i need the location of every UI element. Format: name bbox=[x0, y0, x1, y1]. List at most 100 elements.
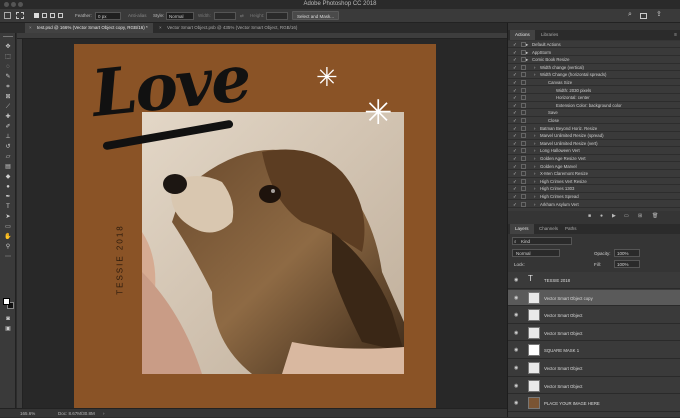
fill-input[interactable]: 100% bbox=[614, 260, 640, 268]
style-select[interactable]: Normal bbox=[166, 12, 194, 20]
more-tools-icon[interactable]: ⋯ bbox=[3, 253, 13, 261]
love-script-text[interactable]: Love bbox=[88, 41, 253, 132]
action-row[interactable]: ✓ Horizontal: center bbox=[508, 94, 680, 102]
layer-thumbnail[interactable] bbox=[528, 291, 540, 304]
dialog-toggle-icon[interactable] bbox=[521, 178, 526, 184]
tab-actions[interactable]: Actions bbox=[510, 30, 535, 40]
tab-layers[interactable]: Layers bbox=[510, 224, 534, 234]
crop-tool-icon[interactable]: ⌗ bbox=[3, 83, 13, 91]
width-input[interactable] bbox=[214, 12, 236, 20]
hand-tool-icon[interactable]: ✋ bbox=[3, 233, 13, 241]
marquee-tool-icon[interactable]: ⬚ bbox=[3, 53, 13, 61]
dialog-toggle-icon[interactable] bbox=[521, 201, 526, 207]
move-tool-icon[interactable]: ✥ bbox=[3, 43, 13, 51]
action-row[interactable]: ✓ › Long Halloween Vert bbox=[508, 147, 680, 155]
record-icon[interactable]: ● bbox=[600, 213, 603, 219]
layer-thumbnail[interactable] bbox=[528, 344, 540, 357]
action-row[interactable]: ✓ ▸ Comic Book Resize bbox=[508, 56, 680, 64]
action-row[interactable]: ✓ Width: 2030 pixels bbox=[508, 87, 680, 94]
action-row[interactable]: ✓ › High Crimes Vert Resize bbox=[508, 178, 680, 186]
clone-stamp-tool-icon[interactable]: ⊥ bbox=[3, 133, 13, 141]
dialog-toggle-icon[interactable] bbox=[521, 163, 526, 169]
layer-thumbnail[interactable]: T bbox=[528, 274, 540, 286]
tab-paths[interactable]: Paths bbox=[560, 224, 582, 234]
action-toggle-icon[interactable]: ✓ bbox=[513, 163, 517, 170]
action-toggle-icon[interactable]: ✓ bbox=[513, 109, 517, 116]
select-and-mask-button[interactable]: Select and Mask... bbox=[292, 11, 340, 20]
swap-icon[interactable]: ⇄ bbox=[240, 13, 244, 19]
action-toggle-icon[interactable]: ✓ bbox=[513, 71, 517, 78]
eyedropper-tool-icon[interactable]: ⟋ bbox=[3, 103, 13, 111]
home-icon[interactable] bbox=[4, 12, 11, 19]
tab-channels[interactable]: Channels bbox=[534, 224, 563, 234]
action-toggle-icon[interactable]: ✓ bbox=[513, 64, 517, 71]
expand-icon[interactable]: › bbox=[534, 178, 535, 185]
action-toggle-icon[interactable]: ✓ bbox=[513, 155, 517, 162]
close-tab-icon[interactable]: × bbox=[159, 23, 162, 33]
action-row[interactable]: ✓ › High Crimes Spread bbox=[508, 193, 680, 201]
dialog-toggle-icon[interactable] bbox=[521, 64, 526, 70]
action-toggle-icon[interactable]: ✓ bbox=[513, 41, 517, 48]
stop-icon[interactable]: ■ bbox=[588, 213, 591, 219]
action-toggle-icon[interactable]: ✓ bbox=[513, 102, 517, 109]
visibility-eye-icon[interactable]: ◉ bbox=[514, 400, 518, 406]
action-toggle-icon[interactable]: ✓ bbox=[513, 94, 517, 101]
history-brush-tool-icon[interactable]: ↺ bbox=[3, 143, 13, 151]
dodge-tool-icon[interactable]: ● bbox=[3, 183, 13, 191]
height-input[interactable] bbox=[266, 12, 288, 20]
visibility-eye-icon[interactable]: ◉ bbox=[514, 330, 518, 336]
action-row[interactable]: ✓ › Golden Age Marvel bbox=[508, 163, 680, 170]
dialog-toggle-icon[interactable] bbox=[521, 156, 526, 161]
action-toggle-icon[interactable]: ✓ bbox=[513, 132, 517, 139]
action-toggle-icon[interactable]: ✓ bbox=[513, 140, 517, 147]
action-row[interactable]: ✓ › Marvel Unlimited Resize (vert) bbox=[508, 140, 680, 148]
blur-tool-icon[interactable]: ◆ bbox=[3, 173, 13, 181]
action-row[interactable]: ✓ Extension Color: background color bbox=[508, 102, 680, 110]
layer-filter-kind[interactable]: ⌕ Kind bbox=[512, 237, 572, 245]
tessie-vertical-text[interactable]: TESSIE 2018 bbox=[116, 210, 125, 310]
action-row[interactable]: ✓ › Width Change (horizontal spreads) bbox=[508, 71, 680, 79]
expand-icon[interactable]: › bbox=[534, 64, 535, 71]
search-icon[interactable]: ⌕ bbox=[628, 11, 632, 19]
dialog-toggle-icon[interactable] bbox=[521, 118, 526, 123]
action-row[interactable]: ✓ › Marvel Unlimited Resize (spread) bbox=[508, 132, 680, 140]
action-row[interactable]: ✓ › Batman Beyond Horiz. Resize bbox=[508, 125, 680, 132]
visibility-eye-icon[interactable]: ◉ bbox=[514, 365, 518, 371]
expand-icon[interactable]: › bbox=[534, 185, 535, 192]
layer-thumbnail[interactable] bbox=[528, 362, 540, 374]
action-toggle-icon[interactable]: ✓ bbox=[513, 178, 517, 185]
layer-row[interactable]: ◉ Vector Smart Object bbox=[508, 307, 680, 324]
blend-mode-select[interactable]: Normal bbox=[512, 249, 560, 257]
dog-photo[interactable] bbox=[142, 112, 404, 374]
dialog-toggle-icon[interactable] bbox=[521, 133, 526, 139]
expand-icon[interactable]: › bbox=[534, 155, 535, 162]
action-row[interactable]: ✓ ▸ Default Actions bbox=[508, 41, 680, 49]
layer-row[interactable]: ◉ Vector Smart Object copy bbox=[508, 289, 680, 307]
dialog-toggle-icon[interactable] bbox=[521, 80, 526, 85]
toolbar-grip[interactable] bbox=[3, 36, 13, 39]
expand-icon[interactable]: › bbox=[534, 170, 535, 177]
tab-vector-smart-object[interactable]: × Vector Smart Object.psb @ 435% (Vector … bbox=[155, 23, 340, 33]
delete-action-icon[interactable]: 🗑 bbox=[652, 213, 658, 219]
expand-icon[interactable]: › bbox=[534, 71, 535, 78]
dialog-toggle-icon[interactable] bbox=[521, 194, 526, 199]
opacity-input[interactable]: 100% bbox=[614, 249, 640, 257]
action-toggle-icon[interactable]: ✓ bbox=[513, 49, 517, 56]
layer-thumbnail[interactable] bbox=[528, 397, 540, 410]
quick-select-tool-icon[interactable]: ✎ bbox=[3, 73, 13, 81]
layer-thumbnail[interactable] bbox=[528, 379, 540, 392]
type-tool-icon[interactable]: T bbox=[3, 203, 13, 211]
expand-icon[interactable]: › bbox=[534, 125, 535, 132]
action-toggle-icon[interactable]: ✓ bbox=[513, 185, 517, 192]
pen-tool-icon[interactable]: ✒ bbox=[3, 193, 13, 201]
expand-icon[interactable]: › bbox=[534, 140, 535, 147]
feather-input[interactable]: 0 px bbox=[95, 12, 121, 20]
eraser-tool-icon[interactable]: ▱ bbox=[3, 153, 13, 161]
tab-libraries[interactable]: Libraries bbox=[536, 30, 563, 40]
new-action-icon[interactable]: ⊞ bbox=[638, 213, 642, 219]
panel-menu-icon[interactable]: ≡ bbox=[674, 32, 677, 38]
share-icon[interactable]: ⇪ bbox=[656, 10, 662, 18]
tab-test-psd[interactable]: × test.psd @ 166% (Vector Smart Object co… bbox=[25, 23, 153, 33]
zoom-tool-icon[interactable]: ⚲ bbox=[3, 243, 13, 251]
gradient-tool-icon[interactable]: ▤ bbox=[3, 163, 13, 171]
